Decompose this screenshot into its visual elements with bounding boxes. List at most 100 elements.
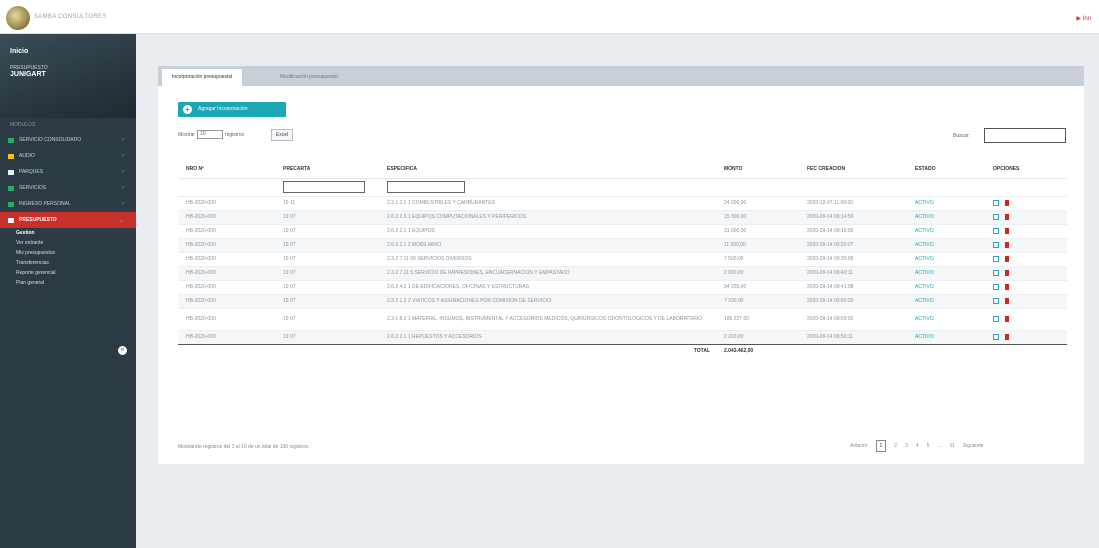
sidebar-home[interactable]: Inicio — [10, 48, 48, 55]
pagination-page-2[interactable]: 2 — [894, 443, 897, 449]
sidebar: Inicio PRESUPUESTO JUNIGART MODULOS SERV… — [0, 34, 136, 548]
status-badge: ACTIVO — [907, 329, 985, 344]
pagination-page-1[interactable]: 1 — [875, 440, 887, 452]
pagination-page-last[interactable]: 11 — [950, 443, 955, 449]
edit-icon[interactable] — [993, 315, 999, 322]
trash-icon[interactable] — [1005, 283, 1009, 290]
sidebar-brand-title: JUNIGART — [10, 71, 46, 78]
chevron-right-icon: › — [122, 185, 124, 191]
status-badge: ACTIVO — [907, 223, 985, 238]
trash-icon[interactable] — [1005, 333, 1009, 340]
sidebar-subitem-4[interactable]: Transferencias — [0, 258, 136, 268]
sidebar-item-parques[interactable]: PARQUES › — [0, 164, 136, 180]
arrow-icon — [8, 201, 14, 207]
table-row: HB-2020-000 19 07 2.6.3 2.1 2 MOBILIARIO 11… — [178, 237, 1067, 252]
table-row: HB-2020-000 19 11 2.3.1 2.1 1 COMBUSTIBLES… — [178, 195, 1067, 210]
edit-icon[interactable] — [993, 199, 999, 206]
total-label: TOTAL — [379, 343, 716, 358]
chevron-down-icon: ⌄ — [118, 217, 124, 224]
user-menu[interactable]: ▶ Inn — [1076, 15, 1091, 22]
trash-icon[interactable] — [1005, 241, 1009, 248]
trash-icon[interactable] — [1005, 227, 1009, 234]
status-badge: ACTIVO — [907, 279, 985, 294]
search-input[interactable] — [984, 128, 1066, 143]
trash-icon[interactable] — [1005, 297, 1009, 304]
grid-icon — [8, 169, 14, 175]
plus-icon: + — [183, 105, 192, 114]
sidebar-item-servicio-consolidado[interactable]: SERVICIO CONSOLIDADO › — [0, 132, 136, 148]
chevron-right-icon: › — [122, 169, 124, 175]
col-estado[interactable]: ESTADO — [907, 160, 985, 179]
sidebar-section-label: MODULOS — [10, 122, 36, 128]
sidebar-item-ingreso-personal[interactable]: INGRESO PERSONAL › — [0, 196, 136, 212]
sidebar-item-servicios[interactable]: SERVICIOS › — [0, 180, 136, 196]
filter-row — [178, 178, 1067, 196]
top-bar: SAMBA CONSULTORES ▶ Inn — [0, 0, 1099, 34]
pagination-ellipsis: ... — [937, 443, 942, 449]
table-row: HB-2020-000 19 07 2.6.3 2.9 1 EQUIPOS COMP… — [178, 209, 1067, 224]
edit-icon[interactable] — [993, 241, 999, 248]
col-precarta[interactable]: PRECARTA — [275, 160, 379, 179]
status-badge: ACTIVO — [907, 293, 985, 308]
col-nro[interactable]: NRO Nº — [178, 160, 275, 179]
edit-icon[interactable] — [993, 213, 999, 220]
pagination: Anterior 1 2 3 4 5 ... 11 Siguiente — [846, 440, 988, 452]
sidebar-subitem-3[interactable]: Mis presupuestos — [0, 248, 136, 258]
sidebar-subitem-6[interactable]: Plan general — [0, 278, 136, 288]
edit-icon[interactable] — [993, 269, 999, 276]
edit-icon[interactable] — [993, 283, 999, 290]
trash-icon[interactable] — [1005, 199, 1009, 206]
trash-icon[interactable] — [1005, 269, 1009, 276]
add-incorporacion-button[interactable]: + Agregar Incorporación — [178, 102, 286, 117]
sidebar-collapse-button[interactable]: « — [118, 346, 127, 355]
pagination-previous[interactable]: Anterior — [850, 443, 868, 449]
table-row: HB-2020-000 19 07 2.3.2 1.2 2 VIATICOS Y A… — [178, 293, 1067, 308]
page-length-control: Mostrar 10 registros — [178, 130, 245, 139]
status-badge: ACTIVO — [907, 307, 985, 330]
col-opciones: OPCIONES — [985, 160, 1067, 179]
status-badge: ACTIVO — [907, 209, 985, 224]
chevron-right-icon: › — [122, 201, 124, 207]
sidebar-item-audio[interactable]: AUDIO › — [0, 148, 136, 164]
table-row: HB-2020-000 19 07 2.6.3 2.1 1 REPUESTOS Y … — [178, 329, 1067, 344]
car-icon — [8, 185, 14, 191]
precarta-filter-input[interactable] — [283, 181, 365, 193]
sidebar-header: Inicio PRESUPUESTO JUNIGART — [0, 34, 136, 118]
pagination-page-3[interactable]: 3 — [905, 443, 908, 449]
app-name: SAMBA CONSULTORES — [34, 14, 107, 20]
pagination-next[interactable]: Siguiente — [963, 443, 984, 449]
table-row: HB-2020-000 19 07 2.3.2 7.11 99 SERVICIOS … — [178, 251, 1067, 266]
trash-icon[interactable] — [1005, 315, 1009, 322]
status-badge: ACTIVO — [907, 195, 985, 210]
pagination-page-5[interactable]: 5 — [927, 443, 930, 449]
page-length-select[interactable]: 10 — [196, 130, 223, 139]
tab-bar: Incorporación presupuestal Modificación … — [158, 66, 1084, 86]
tab-incorporacion[interactable]: Incorporación presupuestal — [162, 69, 243, 86]
especifica-filter-input[interactable] — [387, 181, 465, 193]
incorporaciones-table: NRO Nº PRECARTA ESPECIFICA MONTO FEC CRE… — [178, 160, 1067, 358]
trash-icon[interactable] — [1005, 213, 1009, 220]
app-logo[interactable] — [6, 6, 30, 30]
chevron-right-icon: › — [122, 137, 124, 143]
status-badge: ACTIVO — [907, 265, 985, 280]
pagination-page-4[interactable]: 4 — [916, 443, 919, 449]
tab-modificacion[interactable]: Modificación presupuestal — [270, 69, 348, 86]
col-fecha[interactable]: FEC CREACION — [799, 160, 907, 179]
sidebar-subitem-5[interactable]: Reporte gerencial — [0, 268, 136, 278]
edit-icon[interactable] — [993, 297, 999, 304]
trash-icon[interactable] — [1005, 255, 1009, 262]
edit-icon[interactable] — [993, 227, 999, 234]
status-badge: ACTIVO — [907, 237, 985, 252]
edit-icon[interactable] — [993, 255, 999, 262]
folder-icon — [8, 153, 14, 159]
content-panel: + Agregar Incorporación Mostrar 10 regis… — [158, 86, 1084, 464]
table-row: HB-2020-000 19 07 2.6.3 2.1 1 EQUIPOS 31 80… — [178, 223, 1067, 238]
edit-icon[interactable] — [993, 333, 999, 340]
sidebar-item-presupuesto[interactable]: PRESUPUESTO ⌄ — [0, 212, 136, 228]
excel-export-button[interactable]: Excel — [271, 129, 293, 141]
sidebar-subitem-gestion[interactable]: Gestion — [0, 228, 136, 238]
sidebar-subitem-2[interactable]: Ver entrante — [0, 238, 136, 248]
col-especifica[interactable]: ESPECIFICA — [379, 160, 716, 179]
search-label: Buscar: — [953, 133, 970, 139]
col-monto[interactable]: MONTO — [716, 160, 799, 179]
